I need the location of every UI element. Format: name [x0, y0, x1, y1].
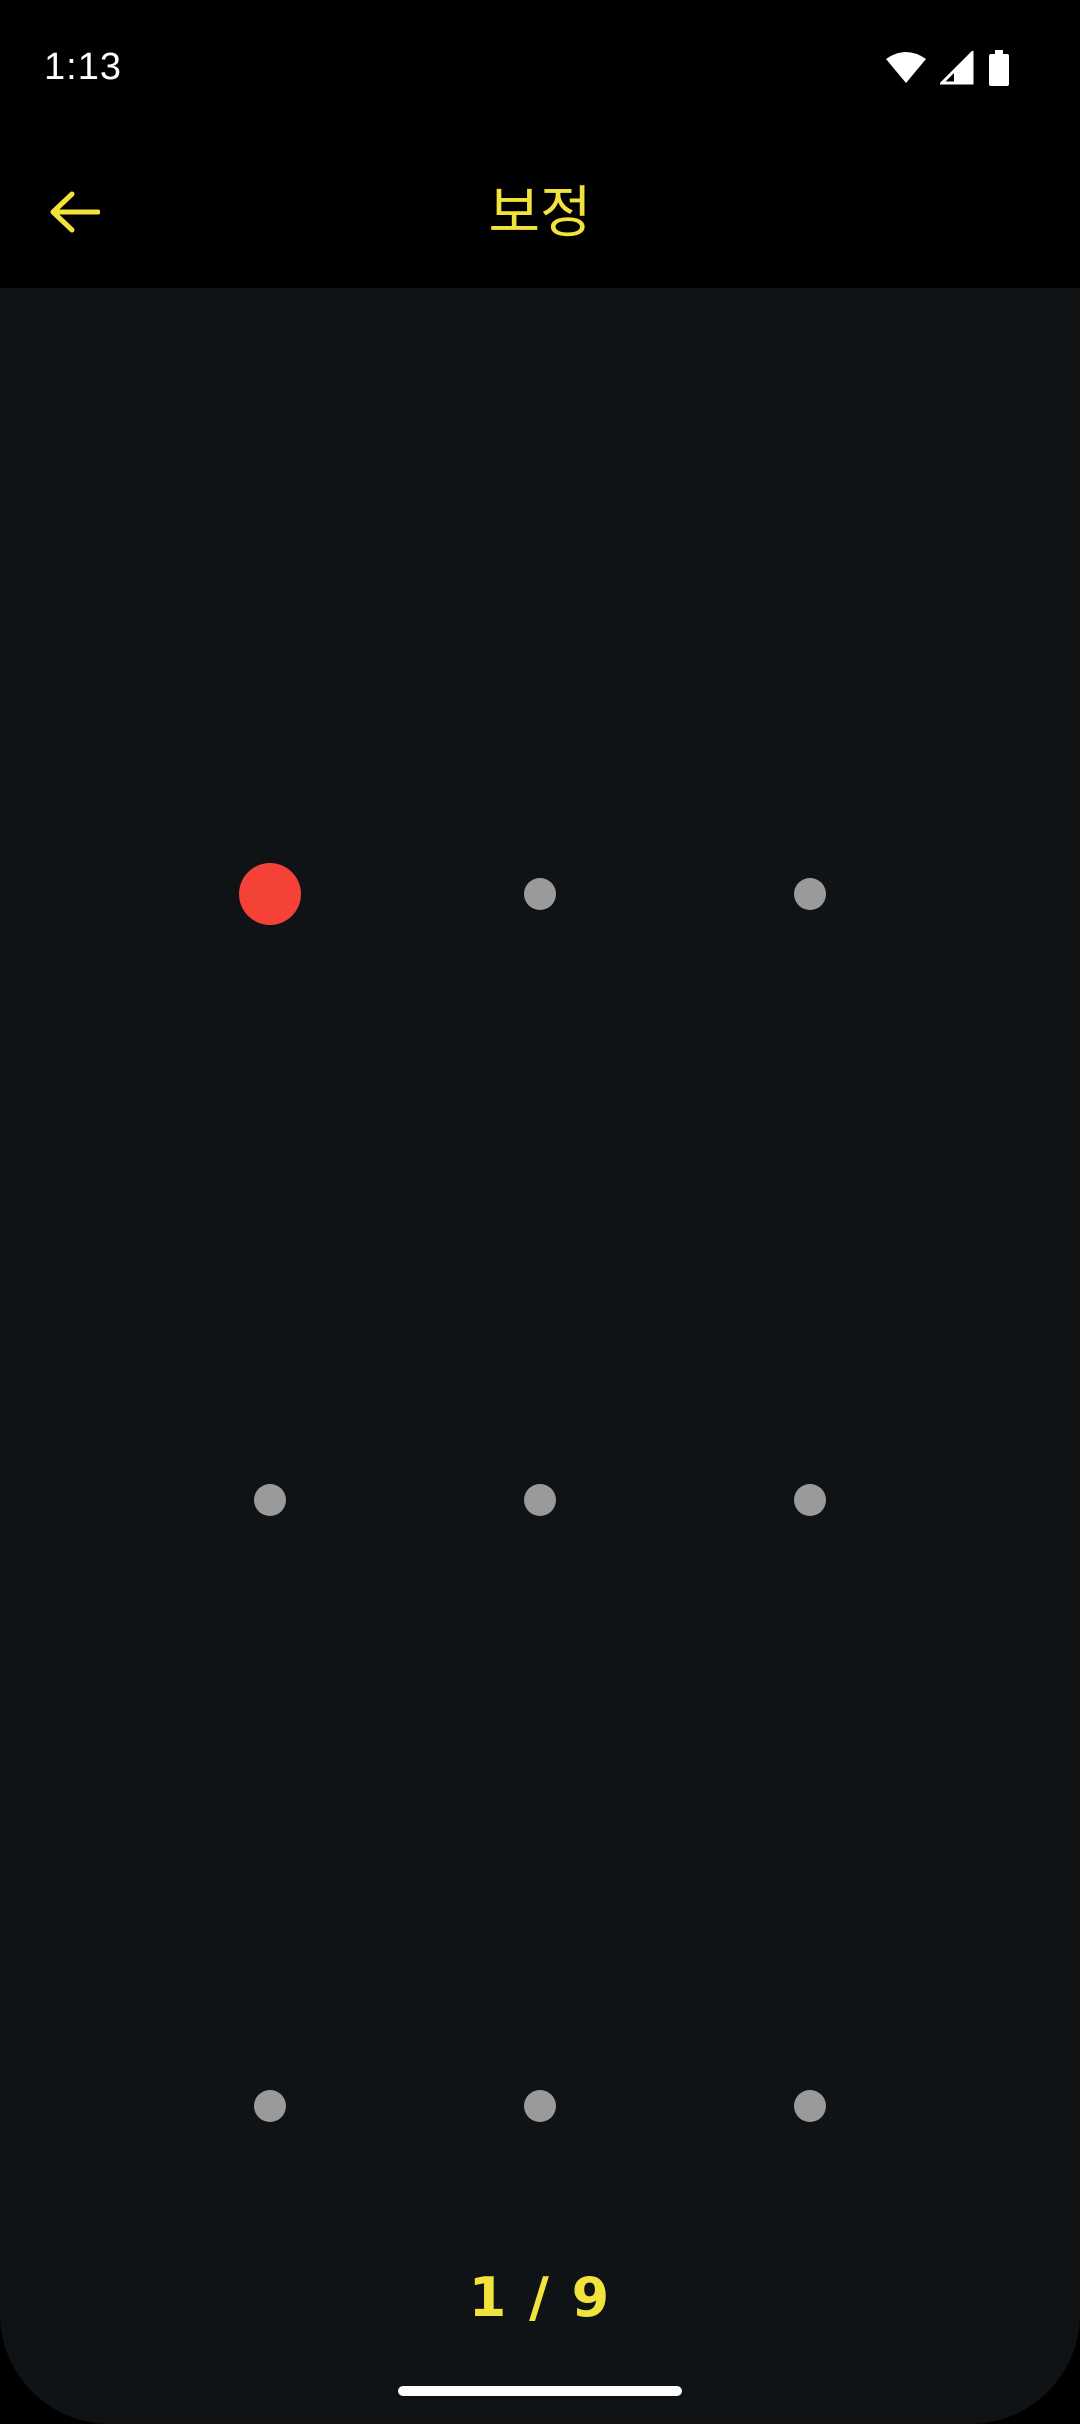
wifi-icon [886, 51, 926, 89]
calibration-point-7[interactable] [254, 2090, 286, 2122]
calibration-point-1[interactable] [239, 863, 301, 925]
calibration-point-6[interactable] [794, 1484, 826, 1516]
page-title: 보정 [488, 181, 592, 246]
status-bar: 1:13 [0, 0, 1080, 140]
calibration-progress: 1 / 9 [468, 2266, 612, 2329]
calibration-point-3[interactable] [794, 878, 826, 910]
cellular-signal-icon [938, 49, 974, 89]
calibration-point-8[interactable] [524, 2090, 556, 2122]
status-icons [886, 49, 1010, 90]
calibration-point-5[interactable] [524, 1484, 556, 1516]
calibration-point-9[interactable] [794, 2090, 826, 2122]
calibration-point-4[interactable] [254, 1484, 286, 1516]
home-indicator[interactable] [398, 2386, 682, 2396]
app-bar: 보정 [0, 140, 1080, 288]
calibration-area[interactable]: 1 / 9 [0, 288, 1080, 2424]
battery-icon [988, 50, 1010, 90]
calibration-point-2[interactable] [524, 878, 556, 910]
status-time: 1:13 [44, 46, 122, 88]
